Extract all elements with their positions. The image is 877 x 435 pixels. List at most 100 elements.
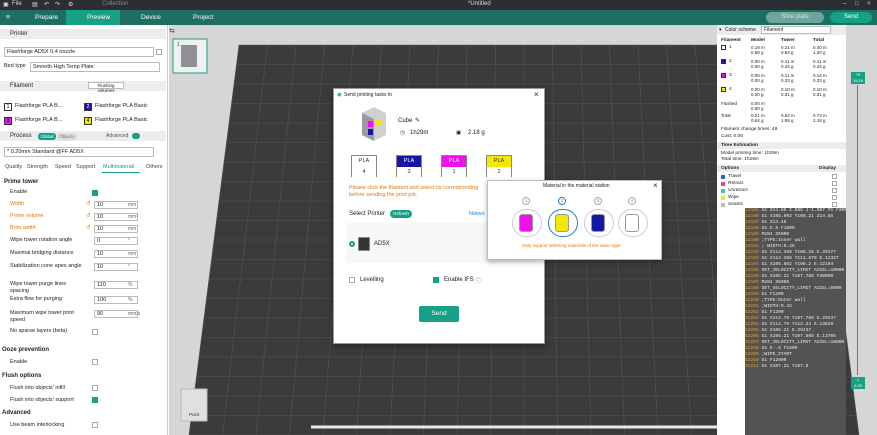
refresh-button[interactable]: Refresh [390,210,412,218]
option-display-checkbox[interactable] [832,181,837,186]
beam-checkbox[interactable] [92,422,98,428]
objects-toggle[interactable]: Objects [57,133,77,140]
flush-support-row: Flush into objects' support [0,395,166,405]
printer-radio[interactable] [349,241,355,247]
reset-icon[interactable]: ↺ [86,201,91,207]
filament-select[interactable]: Flashforge PLA B... [15,103,75,112]
tab-prepare[interactable]: Prepare [24,10,66,25]
filament-id: 1 [729,45,732,50]
process-select[interactable]: * 0.20mm Standard @FF AD5X [4,147,154,157]
dialog-send-button[interactable]: Send [419,306,459,322]
setting-checkbox[interactable] [92,190,98,196]
advanced-toggle[interactable] [132,133,140,139]
flush-infill-checkbox[interactable] [92,385,98,391]
layer-slider-track[interactable] [857,85,858,375]
ooze-enable-row: Enable [0,357,166,367]
filament-slot[interactable]: PLA 3 [396,155,422,177]
gcode-line-text: G1 F1200 [761,292,784,297]
total-total-weight: 2.18 g [813,118,826,123]
reset-icon[interactable]: ↺ [86,213,91,219]
flush-support-checkbox[interactable] [92,397,98,403]
slot-index[interactable]: 2 [558,197,566,205]
option-display-checkbox[interactable] [832,202,837,207]
material-dialog-close[interactable]: × [653,181,658,190]
slot-number: 2 [487,167,511,177]
gcode-line-text: SET_VELOCITY_LIMIT ACCEL=10000 [761,340,845,345]
dialog-close-button[interactable]: × [534,90,539,99]
color-scheme-select[interactable]: Filament [761,26,831,34]
bed-type-select[interactable]: Smooth High Temp Plate [30,62,160,72]
gcode-viewer[interactable]: 12185 G1 Z14.85 I.565 J-1.067 P1 F30000 1… [745,208,846,435]
gcode-line-number: 12187 [745,220,759,225]
filament-swatch[interactable]: 1 [4,103,12,111]
reset-icon[interactable]: ↺ [86,225,91,231]
gcode-line-text: G1 X114.79 Y107.768 E.29437 [761,316,836,321]
option-display-checkbox[interactable] [832,195,837,200]
filament-select[interactable]: Flashforge PLA Basic [95,103,155,112]
display-label: Display [819,166,837,171]
edit-name-icon[interactable]: ✎ [415,117,420,124]
option-display-checkbox[interactable] [832,188,837,193]
slot-index[interactable]: 1 [522,197,530,205]
printer-select[interactable]: Flashforge AD5X 0.4 nozzle [4,47,154,57]
filament-select[interactable]: Flashforge PLA Basic [95,117,155,126]
setting-input[interactable]: 0 [94,237,138,245]
save-icon[interactable]: ▤ [32,1,38,8]
tab-project[interactable]: Project [180,10,226,25]
subtab-underline [102,172,140,173]
close-window-icon[interactable]: × [867,1,871,7]
menu-icon[interactable]: ≡ [0,10,16,25]
tab-support[interactable]: Support [76,164,95,170]
printer-header-label: Printer [10,31,28,37]
tab-quality[interactable]: Quality [5,164,22,170]
undo-icon[interactable]: ↶ [44,1,49,8]
slot-index[interactable]: 4 [628,197,636,205]
filament-slot[interactable]: PLA 2 [486,155,512,177]
collapse-panel-icon[interactable]: ⇆ [169,27,175,35]
slice-plate-button[interactable]: Slice plate [766,12,824,23]
maximize-icon[interactable]: □ [855,1,859,7]
option-label: Travel [728,174,742,179]
network-link[interactable]: Netwo [469,211,485,217]
option-display-checkbox[interactable] [832,174,837,179]
setting-checkbox[interactable] [92,329,98,335]
tab-device[interactable]: Device [128,10,168,25]
tab-preview[interactable]: Preview [66,10,120,25]
filament-header: Filament [0,81,166,91]
filament-swatch[interactable]: 4 [84,117,92,125]
filament-swatch[interactable]: 3 [4,117,12,125]
gcode-line-text: G1 F1200 [761,310,784,315]
material-spool[interactable] [584,209,614,237]
minimize-icon[interactable]: – [843,1,846,7]
collapse-chevron-icon[interactable]: ▾ [719,27,722,33]
filament-swatch[interactable]: 2 [84,103,92,111]
help-icon[interactable]: ⓘ [475,276,481,285]
send-button[interactable]: Send [830,12,872,23]
redo-icon[interactable]: ↷ [55,1,60,8]
file-menu[interactable]: File [12,1,22,7]
tab-others[interactable]: Others [146,164,163,170]
levelling-checkbox[interactable] [349,277,355,283]
filament-slot[interactable]: PLA 1 [441,155,467,177]
filament-select[interactable]: Flashforge PLA B... [15,117,75,126]
ooze-enable-checkbox[interactable] [92,359,98,365]
settings-icon[interactable]: ⚙ [68,1,73,8]
collection-button[interactable]: Collection [102,1,128,7]
filament-slot[interactable]: PLA 4 [351,155,377,177]
material-spool[interactable] [512,209,542,237]
material-spool[interactable] [618,209,648,237]
global-toggle[interactable]: Global [38,133,56,140]
ifs-checkbox[interactable] [433,277,439,283]
material-spool[interactable] [548,209,578,237]
flushing-volumes-button[interactable]: Flushing volumes [88,82,124,93]
slot-index[interactable]: 3 [594,197,602,205]
printer-edit-icon[interactable] [156,49,162,55]
layer-bottom-label: 1 0.25 [851,377,865,389]
tab-speed[interactable]: Speed [55,164,71,170]
total-time: Total time: 1h29m [721,157,759,162]
setting-input[interactable]: 10 [94,263,138,271]
tab-multimaterial[interactable]: Multimaterial [103,164,134,170]
material-note: Only support selecting materials of the … [522,243,621,248]
tab-strength[interactable]: Strength [27,164,48,170]
gcode-line-number: 12207 [745,340,759,345]
